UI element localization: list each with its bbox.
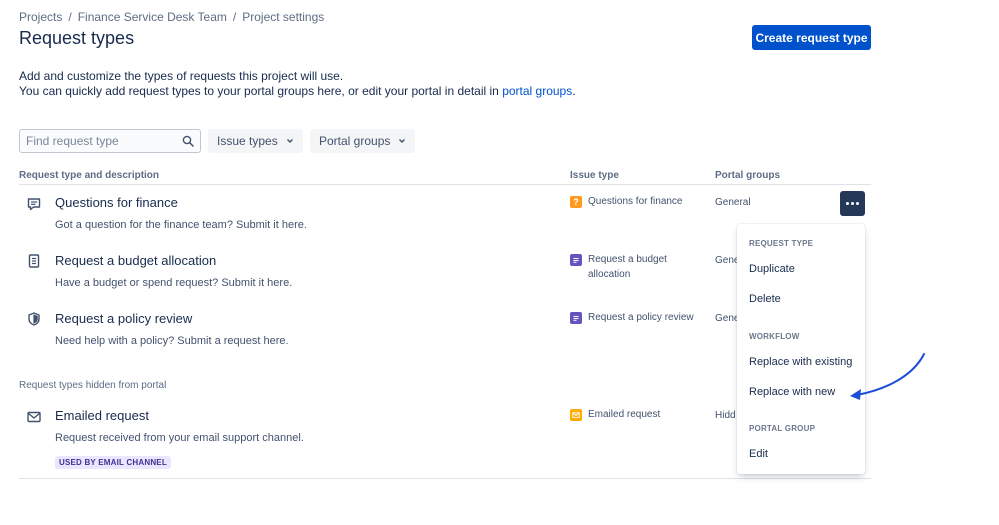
table-bottom-divider — [19, 478, 871, 479]
issue-types-filter-label: Issue types — [217, 134, 278, 148]
page-title: Request types — [19, 28, 135, 48]
breadcrumb-project[interactable]: Finance Service Desk Team — [78, 10, 227, 24]
menu-section-request-type: REQUEST TYPE — [749, 239, 814, 248]
description-text: You can quickly add request types to you… — [19, 84, 503, 98]
column-header-request-type: Request type and description — [19, 170, 160, 181]
question-icon: ? — [570, 196, 582, 208]
issue-type-line-1: Request a budget — [588, 254, 667, 265]
chevron-down-icon — [399, 139, 406, 143]
request-type-description: Need help with a policy? Submit a reques… — [55, 335, 289, 347]
search-box[interactable] — [19, 129, 201, 153]
portal-group-label: Hidd — [715, 410, 736, 421]
issue-type-label: Request a policy review — [588, 312, 694, 323]
issue-type-line-2: allocation — [588, 269, 631, 280]
more-dot — [851, 202, 854, 205]
header-divider — [19, 184, 871, 185]
column-header-issue-type: Issue type — [570, 170, 619, 181]
page-description: Add and customize the types of requests … — [19, 69, 576, 99]
request-type-description: Have a budget or spend request? Submit i… — [55, 277, 293, 289]
portal-group-label: Gene — [715, 313, 740, 324]
form-icon — [570, 254, 582, 266]
actions-menu: REQUEST TYPE Duplicate Delete WORKFLOW R… — [737, 224, 865, 474]
form-icon — [570, 312, 582, 324]
more-actions-button[interactable] — [840, 191, 865, 216]
more-dot — [856, 202, 859, 205]
issue-type-label: Questions for finance — [588, 196, 683, 207]
portal-groups-link[interactable]: portal groups — [502, 84, 572, 98]
issue-type-label: Request a budget allocation — [588, 252, 698, 282]
envelope-icon — [570, 409, 582, 421]
chat-icon — [26, 196, 42, 212]
portal-group-label: General — [715, 197, 751, 208]
breadcrumb-separator: / — [232, 10, 237, 24]
request-type-title[interactable]: Questions for finance — [55, 195, 178, 210]
issue-types-filter[interactable]: Issue types — [208, 129, 303, 153]
description-line-2: You can quickly add request types to you… — [19, 84, 576, 99]
portal-group-label: Gene — [715, 255, 740, 266]
menu-item-duplicate[interactable]: Duplicate — [749, 263, 795, 275]
description-end: . — [572, 84, 576, 98]
chevron-down-icon — [286, 139, 293, 143]
portal-groups-filter-label: Portal groups — [319, 134, 391, 148]
request-type-description: Got a question for the finance team? Sub… — [55, 219, 307, 231]
request-type-title[interactable]: Request a budget allocation — [55, 253, 216, 268]
search-input[interactable] — [26, 134, 176, 148]
breadcrumb-separator: / — [68, 10, 72, 24]
menu-item-delete[interactable]: Delete — [749, 293, 781, 305]
shield-icon — [26, 311, 42, 327]
request-type-title[interactable]: Request a policy review — [55, 311, 192, 326]
annotation-arrow-icon — [850, 353, 925, 400]
breadcrumb-settings[interactable]: Project settings — [242, 10, 324, 24]
search-icon[interactable] — [182, 135, 194, 147]
hidden-section-label: Request types hidden from portal — [19, 380, 167, 391]
issue-type-label: Emailed request — [588, 409, 661, 420]
mail-icon — [26, 409, 42, 425]
request-type-title[interactable]: Emailed request — [55, 408, 149, 423]
more-dot — [846, 202, 849, 205]
document-icon — [26, 253, 42, 269]
breadcrumb-projects[interactable]: Projects — [19, 10, 62, 24]
menu-section-portal-group: PORTAL GROUP — [749, 424, 816, 433]
menu-item-replace-new[interactable]: Replace with new — [749, 386, 835, 398]
column-header-portal-groups: Portal groups — [715, 170, 781, 181]
breadcrumb: Projects / Finance Service Desk Team / P… — [19, 10, 324, 24]
create-request-type-button[interactable]: Create request type — [752, 25, 871, 50]
email-channel-lozenge: USED BY EMAIL CHANNEL — [55, 456, 171, 469]
menu-item-replace-existing[interactable]: Replace with existing — [749, 356, 852, 368]
menu-item-edit[interactable]: Edit — [749, 448, 768, 460]
request-type-description: Request received from your email support… — [55, 432, 304, 444]
portal-groups-filter[interactable]: Portal groups — [310, 129, 416, 153]
menu-section-workflow: WORKFLOW — [749, 332, 800, 341]
description-line-1: Add and customize the types of requests … — [19, 69, 344, 83]
